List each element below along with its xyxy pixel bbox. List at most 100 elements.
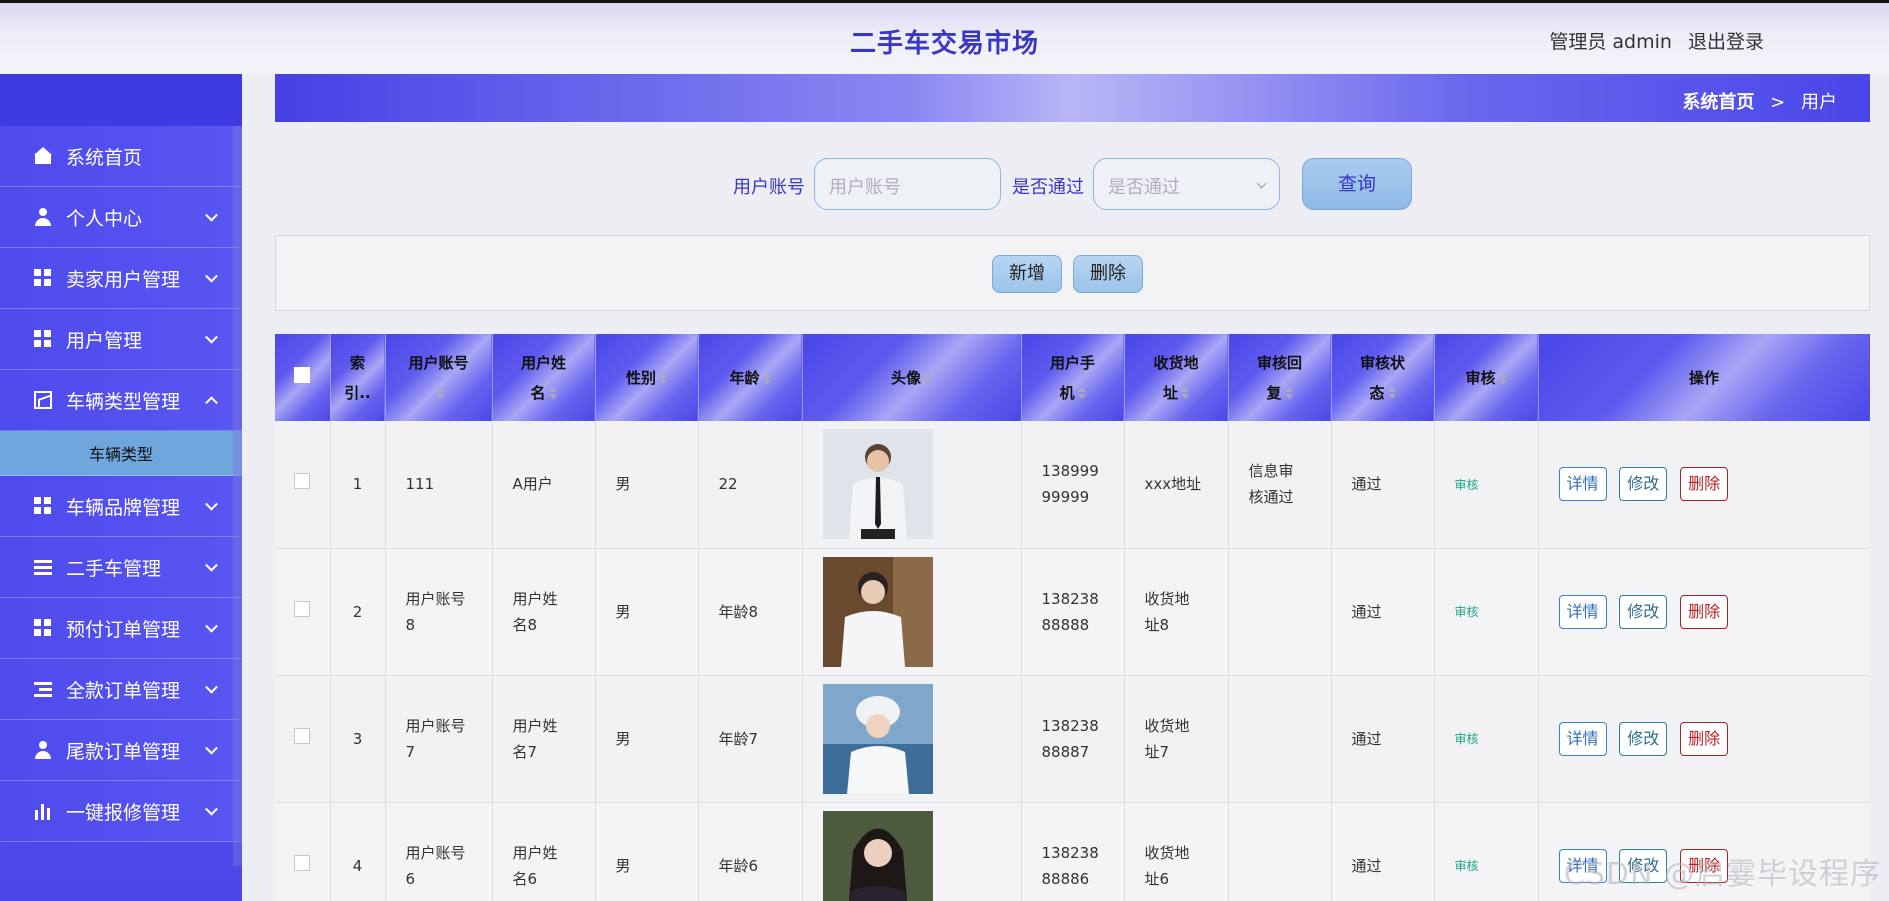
audit-link[interactable]: 审核 xyxy=(1455,732,1479,746)
edit-button[interactable]: 修改 xyxy=(1619,594,1668,629)
list-indent-icon xyxy=(34,680,52,698)
sidebar-scrollbar[interactable] xyxy=(233,126,242,866)
account-search-input[interactable]: 用户账号 xyxy=(814,158,1001,210)
cell-account: 111 xyxy=(385,421,493,549)
add-button[interactable]: 新增 xyxy=(992,255,1062,293)
sidebar-item-seller-users[interactable]: 卖家用户管理 xyxy=(0,248,242,309)
avatar xyxy=(822,556,933,667)
select-all-checkbox[interactable] xyxy=(294,366,311,383)
pass-status-select[interactable]: 是否通过 xyxy=(1093,158,1280,210)
table-row[interactable]: 1 111 A用户 男 22 138999 99999 xxx地址 信息审 核通… xyxy=(275,421,1870,549)
row-checkbox[interactable] xyxy=(294,854,311,871)
table-row[interactable]: 3 用户账号 7 用户姓 名7 男 年龄7 138238 88887 收货地 址… xyxy=(275,675,1870,803)
column-header-index[interactable]: 索 引.. xyxy=(330,334,386,421)
cell-status: 通过 xyxy=(1331,421,1435,549)
delete-row-button[interactable]: 删除 xyxy=(1680,594,1729,629)
sidebar-item-vehicle-types[interactable]: 车辆类型管理 xyxy=(0,370,242,431)
sidebar-item-full-payment-orders[interactable]: 全款订单管理 xyxy=(0,659,242,720)
avatar xyxy=(822,810,933,901)
sidebar-item-label: 卖家用户管理 xyxy=(66,268,181,291)
sidebar-item-prepaid-orders[interactable]: 预付订单管理 xyxy=(0,598,242,659)
sidebar-item-label: 全款订单管理 xyxy=(66,679,181,702)
chevron-down-icon xyxy=(205,741,218,755)
sidebar-item-balance-orders[interactable]: 尾款订单管理 xyxy=(0,720,242,781)
cell-phone: 138238 88887 xyxy=(1021,675,1125,803)
delete-button[interactable]: 删除 xyxy=(1073,255,1143,293)
query-button[interactable]: 查询 xyxy=(1302,158,1412,210)
cell-name: A用户 xyxy=(492,421,596,549)
search-form: 用户账号 用户账号 是否通过 是否通过 查询 xyxy=(0,158,1889,212)
list-icon xyxy=(34,558,52,576)
column-header-account[interactable]: 用户账号 xyxy=(385,334,493,421)
sort-icon[interactable] xyxy=(1181,387,1189,399)
chart-icon xyxy=(34,391,52,409)
audit-link[interactable]: 审核 xyxy=(1455,605,1479,619)
cell-status: 通过 xyxy=(1331,802,1435,901)
detail-button[interactable]: 详情 xyxy=(1558,721,1607,756)
breadcrumb-home[interactable]: 系统首页 xyxy=(1682,92,1754,113)
sort-icon[interactable] xyxy=(1284,387,1293,399)
cell-name: 用户姓 名6 xyxy=(492,802,596,901)
top-header: 二手车交易市场 管理员 admin 退出登录 xyxy=(0,0,1889,74)
sort-icon[interactable] xyxy=(659,372,667,384)
column-header-reply[interactable]: 审核回 复 xyxy=(1228,334,1332,421)
cell-age: 年龄6 xyxy=(698,802,803,901)
chevron-down-icon xyxy=(205,802,218,816)
column-header-age[interactable]: 年龄 xyxy=(698,334,803,421)
sidebar-item-users[interactable]: 用户管理 xyxy=(0,309,242,370)
sidebar-item-repair-requests[interactable]: 一键报修管理 xyxy=(0,781,242,842)
row-checkbox[interactable] xyxy=(294,727,311,744)
sort-icon[interactable] xyxy=(1387,387,1396,399)
sort-icon[interactable] xyxy=(436,387,444,399)
sort-icon[interactable] xyxy=(1077,387,1086,399)
cell-index: 3 xyxy=(330,675,386,803)
detail-button[interactable]: 详情 xyxy=(1558,467,1607,502)
submenu-item-vehicle-type[interactable]: 车辆类型 xyxy=(0,431,242,476)
cell-status: 通过 xyxy=(1331,675,1435,803)
select-all-header[interactable] xyxy=(275,334,331,421)
cell-address: xxx地址 xyxy=(1124,421,1229,549)
chevron-down-icon xyxy=(205,269,218,283)
user-icon xyxy=(34,741,52,759)
audit-link[interactable]: 审核 xyxy=(1455,859,1479,873)
grid-icon xyxy=(34,330,52,348)
cell-address: 收货地 址7 xyxy=(1124,675,1229,803)
detail-button[interactable]: 详情 xyxy=(1558,594,1607,629)
sidebar-item-vehicle-brands[interactable]: 车辆品牌管理 xyxy=(0,476,242,537)
table-row[interactable]: 2 用户账号 8 用户姓 名8 男 年龄8 138238 88888 收货地 址… xyxy=(275,548,1870,676)
cell-account: 用户账号 8 xyxy=(385,548,493,676)
edit-button[interactable]: 修改 xyxy=(1619,721,1668,756)
sort-icon[interactable] xyxy=(548,387,557,399)
cell-gender: 男 xyxy=(595,421,699,549)
column-header-name[interactable]: 用户姓 名 xyxy=(492,334,596,421)
cell-address: 收货地 址8 xyxy=(1124,548,1229,676)
cell-age: 年龄7 xyxy=(698,675,803,803)
bar-chart-icon xyxy=(34,802,52,820)
sidebar-item-label: 尾款订单管理 xyxy=(66,740,181,763)
delete-row-button[interactable]: 删除 xyxy=(1680,721,1729,756)
column-header-address[interactable]: 收货地 址 xyxy=(1124,334,1229,421)
sort-icon[interactable] xyxy=(1498,372,1507,384)
chevron-down-icon xyxy=(205,497,218,511)
column-header-gender[interactable]: 性别 xyxy=(595,334,699,421)
cell-reply xyxy=(1228,548,1332,676)
column-header-status[interactable]: 审核状 态 xyxy=(1331,334,1435,421)
column-header-audit[interactable]: 审核 xyxy=(1434,334,1539,421)
cell-age: 年龄8 xyxy=(698,548,803,676)
cell-status: 通过 xyxy=(1331,548,1435,676)
breadcrumb-bar: 系统首页 > 用户 xyxy=(275,74,1870,122)
cell-name: 用户姓 名7 xyxy=(492,675,596,803)
column-header-phone[interactable]: 用户手 机 xyxy=(1021,334,1125,421)
logout-link[interactable]: 退出登录 xyxy=(1688,31,1764,53)
sort-icon[interactable] xyxy=(762,372,771,384)
sidebar-item-label: 预付订单管理 xyxy=(66,618,181,641)
row-checkbox[interactable] xyxy=(294,473,311,490)
cell-age: 22 xyxy=(698,421,803,549)
edit-button[interactable]: 修改 xyxy=(1619,467,1668,502)
audit-link[interactable]: 审核 xyxy=(1455,478,1479,492)
column-header-avatar[interactable]: 头像 xyxy=(802,334,1022,421)
sidebar-item-used-cars[interactable]: 二手车管理 xyxy=(0,537,242,598)
row-checkbox[interactable] xyxy=(294,600,311,617)
delete-row-button[interactable]: 删除 xyxy=(1680,467,1729,502)
sort-icon[interactable] xyxy=(924,372,932,384)
